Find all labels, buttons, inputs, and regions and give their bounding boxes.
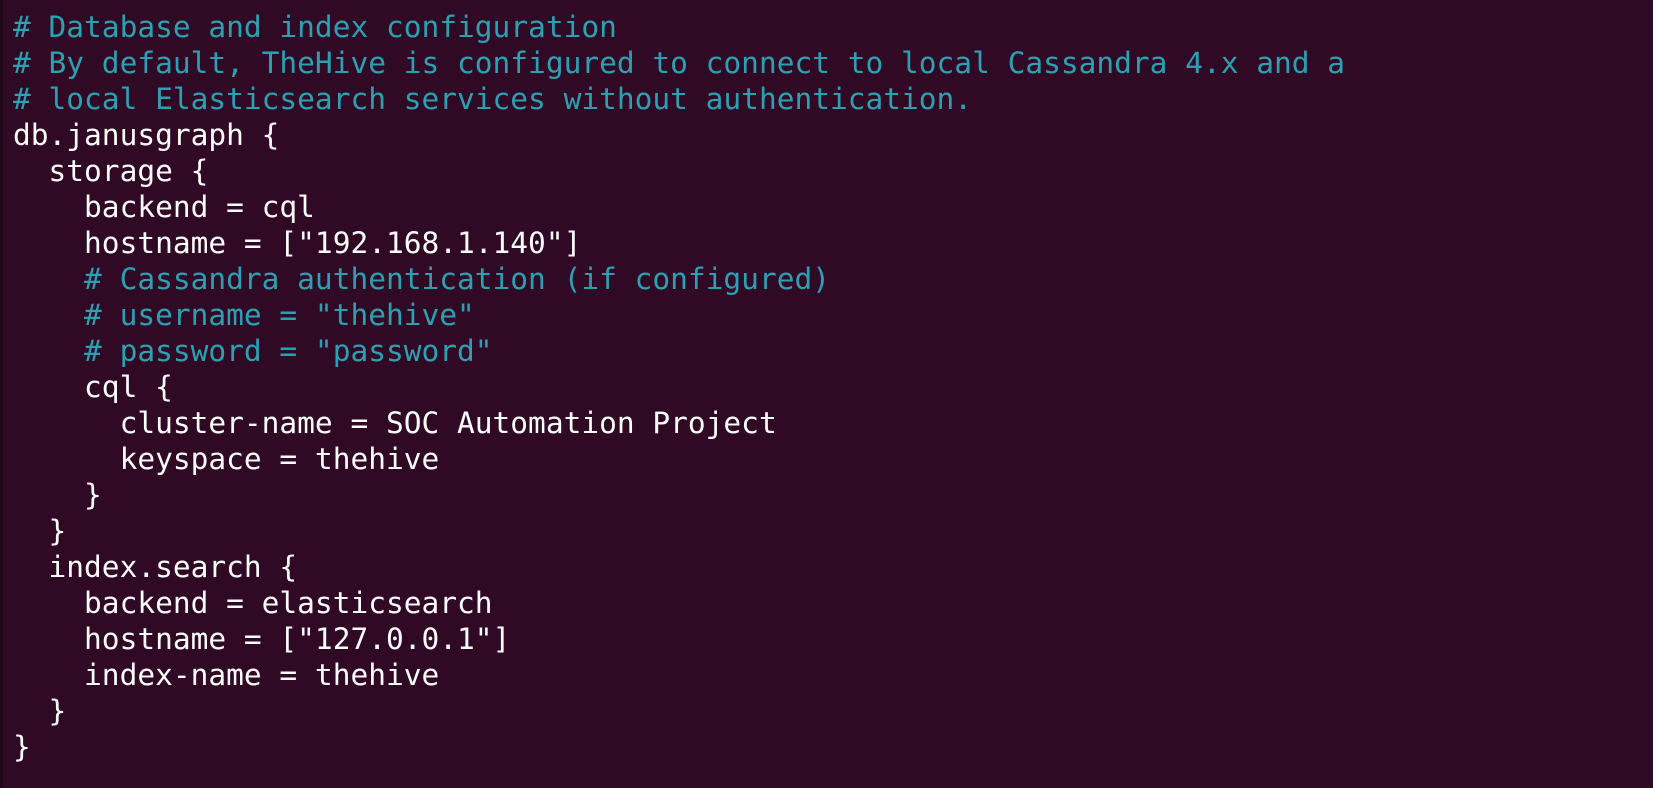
comment-line: # password = "password" <box>13 334 493 368</box>
window-left-border <box>0 0 3 788</box>
code-line: backend = cql <box>13 190 315 224</box>
comment-line: # Database and index configuration <box>13 10 617 44</box>
code-line: } <box>13 514 67 548</box>
code-line: } <box>13 730 31 764</box>
code-line: } <box>13 694 67 728</box>
code-line: backend = elasticsearch <box>13 586 493 620</box>
comment-line: # username = "thehive" <box>13 298 475 332</box>
code-line: cql { <box>13 370 173 404</box>
config-file-content[interactable]: # Database and index configuration # By … <box>13 9 1653 765</box>
code-line: } <box>13 478 102 512</box>
code-line: db.janusgraph { <box>13 118 280 152</box>
comment-line: # local Elasticsearch services without a… <box>13 82 973 116</box>
comment-line: # Cassandra authentication (if configure… <box>13 262 830 296</box>
code-line: storage { <box>13 154 209 188</box>
code-line: index.search { <box>13 550 298 584</box>
code-line: hostname = ["127.0.0.1"] <box>13 622 511 656</box>
code-line: index-name = thehive <box>13 658 440 692</box>
code-line: cluster-name = SOC Automation Project <box>13 406 777 440</box>
code-line: keyspace = thehive <box>13 442 440 476</box>
code-line: hostname = ["192.168.1.140"] <box>13 226 582 260</box>
comment-line: # By default, TheHive is configured to c… <box>13 46 1346 80</box>
terminal-window[interactable]: # Database and index configuration # By … <box>0 0 1653 788</box>
